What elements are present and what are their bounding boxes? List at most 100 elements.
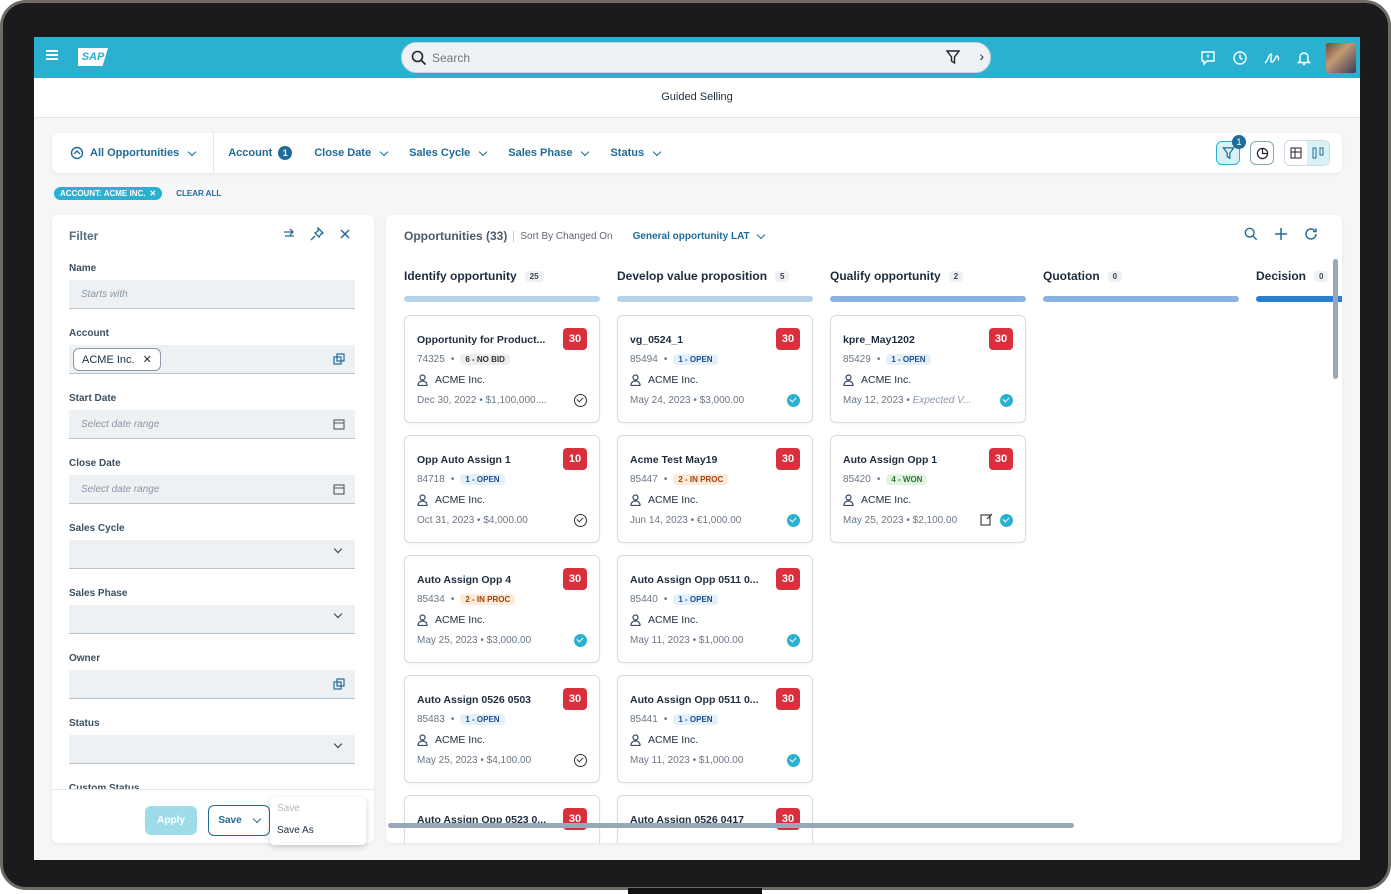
card-account[interactable]: ACME Inc. <box>417 614 485 626</box>
card-account[interactable]: ACME Inc. <box>843 374 911 386</box>
save-button-label: Save <box>218 815 242 826</box>
apply-button[interactable]: Apply <box>145 806 197 835</box>
opportunity-card[interactable]: Opportunity for Product... 30 74325 • 6 - NO… <box>404 315 600 423</box>
chart-view-button[interactable] <box>1250 141 1274 165</box>
hamburger-menu-icon[interactable] <box>46 50 58 60</box>
card-title[interactable]: Auto Assign Opp 0511 0... <box>630 694 770 706</box>
card-status-badge: 4 - WON <box>886 474 928 485</box>
value-help-icon[interactable] <box>333 353 345 365</box>
card-account[interactable]: ACME Inc. <box>417 494 485 506</box>
card-account[interactable]: ACME Inc. <box>630 614 698 626</box>
opportunity-card[interactable]: Auto Assign Opp 0511 0... 30 85440 • 1 - OPE… <box>617 555 813 663</box>
notifications-bell-icon[interactable] <box>1294 48 1314 68</box>
card-title[interactable]: vg_0524_1 <box>630 334 770 346</box>
sales-cycle-select[interactable] <box>69 540 355 569</box>
opportunity-card[interactable]: Acme Test May19 30 85447 • 2 - IN PROC ACME I… <box>617 435 813 543</box>
chevron-down-icon <box>333 739 343 749</box>
column-header[interactable]: Develop value proposition 5 <box>617 269 813 283</box>
signature-icon[interactable] <box>1262 48 1282 68</box>
refresh-icon[interactable] <box>1304 227 1318 241</box>
horizontal-scrollbar[interactable] <box>388 823 1074 828</box>
close-date-field[interactable]: Select date range <box>69 475 355 504</box>
save-menu-item-save[interactable]: Save <box>270 797 366 819</box>
separator-dot: • <box>663 354 668 365</box>
close-icon[interactable]: ✕ <box>149 189 156 198</box>
column-header[interactable]: Qualify opportunity 2 <box>830 269 1026 283</box>
save-button[interactable]: Save <box>208 805 270 836</box>
edit-note-icon[interactable] <box>980 513 993 526</box>
filter-close-date[interactable]: Close Date <box>314 147 389 159</box>
card-account[interactable]: ACME Inc. <box>843 494 911 506</box>
card-account[interactable]: ACME Inc. <box>630 734 698 746</box>
expand-arrows-icon[interactable] <box>282 227 296 241</box>
card-title[interactable]: Auto Assign Opp 4 <box>417 574 557 586</box>
sap-logo[interactable]: SAP <box>78 48 108 66</box>
card-title[interactable]: Opportunity for Product... <box>417 334 557 346</box>
view-selector[interactable]: All Opportunities <box>52 133 215 173</box>
opportunity-card[interactable]: Opp Auto Assign 1 10 84718 • 1 - OPEN ACME In… <box>404 435 600 543</box>
opportunity-card[interactable]: Auto Assign 0526 0417 30 <box>617 795 813 843</box>
card-title[interactable]: Auto Assign Opp 0511 0... <box>630 574 770 586</box>
name-field[interactable]: Starts with <box>69 280 355 309</box>
owner-field[interactable] <box>69 670 355 699</box>
toggle-filter-button[interactable]: 1 <box>1216 135 1246 165</box>
close-icon[interactable] <box>338 227 352 241</box>
sales-phase-select[interactable] <box>69 605 355 634</box>
filter-status[interactable]: Status <box>610 147 662 159</box>
account-filter-chip[interactable]: ACCOUNT: ACME INC. ✕ <box>54 187 163 200</box>
card-account[interactable]: ACME Inc. <box>417 734 485 746</box>
filter-icon[interactable] <box>946 50 960 65</box>
vertical-scrollbar[interactable] <box>1333 259 1338 379</box>
board-view-icon[interactable] <box>1307 141 1329 165</box>
card-title[interactable]: Auto Assign Opp 1 <box>843 454 983 466</box>
opportunity-card[interactable]: kpre_May1202 30 85429 • 1 - OPEN ACME Inc. May… <box>830 315 1026 423</box>
filter-sales-phase[interactable]: Sales Phase <box>508 147 590 159</box>
card-title[interactable]: kpre_May1202 <box>843 334 983 346</box>
calendar-icon[interactable] <box>333 483 345 495</box>
opportunity-card[interactable]: Auto Assign Opp 1 30 85420 • 4 - WON ACME Inc… <box>830 435 1026 543</box>
card-title[interactable]: Auto Assign 0526 0503 <box>417 694 557 706</box>
user-avatar[interactable] <box>1326 43 1356 73</box>
save-menu-item-save-as[interactable]: Save As <box>270 819 366 841</box>
filter-account[interactable]: Account 1 <box>228 146 293 160</box>
close-icon[interactable]: ✕ <box>143 353 152 366</box>
board-view-selector[interactable]: General opportunity LAT <box>633 230 765 242</box>
account-field[interactable]: ACME Inc. ✕ <box>69 345 355 374</box>
chevron-right-icon[interactable]: › <box>979 48 984 64</box>
clear-all-link[interactable]: CLEAR ALL <box>176 189 221 198</box>
column-header[interactable]: Quotation 0 <box>1043 269 1239 283</box>
card-id-row: 85440 • 1 - OPEN <box>630 594 718 605</box>
value-help-icon[interactable] <box>333 678 345 690</box>
card-account[interactable]: ACME Inc. <box>417 374 485 386</box>
search-input[interactable] <box>432 49 912 67</box>
pin-icon[interactable] <box>310 227 324 241</box>
start-date-field[interactable]: Select date range <box>69 410 355 439</box>
opportunity-card[interactable]: Auto Assign 0526 0503 30 85483 • 1 - OPEN ACM… <box>404 675 600 783</box>
global-search[interactable]: › <box>401 42 991 73</box>
calendar-icon[interactable] <box>333 418 345 430</box>
card-title[interactable]: Acme Test May19 <box>630 454 770 466</box>
card-title[interactable]: Opp Auto Assign 1 <box>417 454 557 466</box>
add-icon[interactable] <box>1274 227 1288 241</box>
card-id: 85483 <box>417 714 445 725</box>
filter-sales-cycle[interactable]: Sales Cycle <box>409 147 488 159</box>
device-stand <box>628 888 762 894</box>
chevron-down-icon <box>652 147 662 156</box>
card-account[interactable]: ACME Inc. <box>630 374 698 386</box>
table-view-icon[interactable] <box>1285 141 1307 165</box>
opportunity-card[interactable]: Auto Assign Opp 0523 0... 30 <box>404 795 600 843</box>
card-account[interactable]: ACME Inc. <box>630 494 698 506</box>
card-date-amount: Jun 14, 2023 • €1,000.00 <box>630 515 742 526</box>
status-select[interactable] <box>69 735 355 764</box>
search-icon[interactable] <box>1244 227 1258 241</box>
history-icon[interactable] <box>1230 48 1250 68</box>
separator-dot: • <box>663 714 668 725</box>
opportunity-card[interactable]: Auto Assign Opp 4 30 85434 • 2 - IN PROC ACME… <box>404 555 600 663</box>
opportunity-icon <box>70 146 84 160</box>
column-header[interactable]: Identify opportunity 25 <box>404 269 600 283</box>
account-token[interactable]: ACME Inc. ✕ <box>73 348 161 371</box>
opportunity-card[interactable]: vg_0524_1 30 85494 • 1 - OPEN ACME Inc. May 24… <box>617 315 813 423</box>
column-header[interactable]: Decision 0 <box>1256 269 1342 283</box>
feedback-icon[interactable] <box>1198 48 1218 68</box>
opportunity-card[interactable]: Auto Assign Opp 0511 0... 30 85441 • 1 - OPE… <box>617 675 813 783</box>
